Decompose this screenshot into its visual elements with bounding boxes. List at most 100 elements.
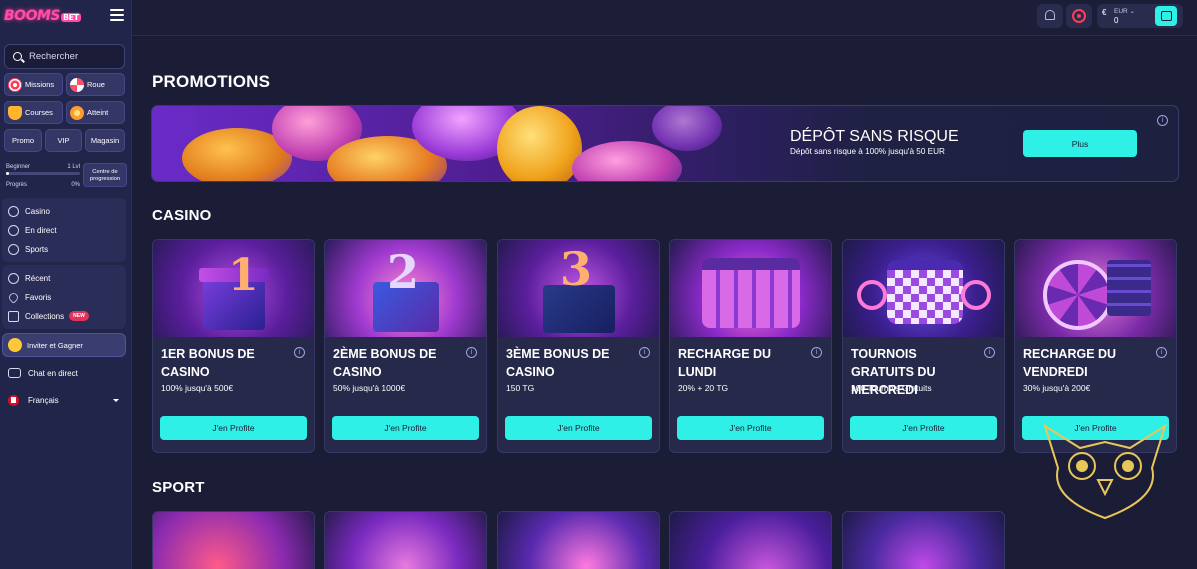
chip-label: Roue — [87, 80, 105, 89]
chip-label: Missions — [25, 80, 55, 89]
info-icon[interactable]: i — [639, 347, 650, 358]
claim-button[interactable]: J'en Profite — [850, 416, 997, 440]
nav-label: Récent — [25, 273, 51, 283]
card-subtitle: 150 TG — [506, 383, 535, 393]
progress-value: 0% — [71, 182, 80, 188]
hamburger-menu-icon[interactable] — [110, 9, 124, 21]
level-progress-bar — [6, 172, 80, 175]
card-subtitle: 20% + 20 TG — [678, 383, 729, 393]
claim-button[interactable]: J'en Profite — [332, 416, 479, 440]
nav-en-direct[interactable]: En direct — [8, 222, 57, 238]
sport-card-2[interactable] — [324, 511, 487, 569]
info-icon[interactable]: i — [1156, 347, 1167, 358]
card-subtitle: 30% jusqu'à 200€ — [1023, 383, 1091, 393]
sport-title: SPORT — [152, 479, 205, 496]
chip-vip[interactable]: VIP — [45, 129, 82, 152]
live-chat-button[interactable]: Chat en direct — [8, 368, 78, 378]
search-icon — [13, 52, 22, 61]
notifications-button[interactable] — [1037, 4, 1063, 28]
nav-recent[interactable]: Récent — [8, 270, 50, 286]
nav-label: Sports — [25, 244, 49, 254]
invite-label: Inviter et Gagner — [27, 340, 83, 350]
chip-label: Courses — [25, 108, 53, 117]
sport-card-4[interactable] — [669, 511, 832, 569]
gift-box-1-icon: 1 — [153, 240, 314, 337]
nav-favoris[interactable]: Favoris — [7, 289, 51, 305]
language-selector[interactable]: Français — [8, 395, 122, 406]
nav-main-panel: Casino En direct Sports — [2, 198, 126, 262]
brand-name: BOOMS — [4, 8, 61, 24]
bell-icon — [1045, 10, 1055, 20]
casino-card-5[interactable]: TOURNOIS GRATUITS DU MERCREDI i 100 Tour… — [842, 239, 1005, 453]
chip-roue[interactable]: Roue — [66, 73, 125, 96]
nav-label: En direct — [25, 225, 57, 235]
wallet-icon[interactable] — [1155, 6, 1177, 26]
nav-label: Collections — [25, 311, 65, 321]
nav-collections[interactable]: Collections NEW — [8, 308, 89, 324]
claim-button[interactable]: J'en Profite — [505, 416, 652, 440]
level-value: 1 Lvl — [67, 164, 80, 170]
sport-card-5[interactable] — [842, 511, 1005, 569]
invite-button[interactable]: Inviter et Gagner — [2, 333, 126, 357]
target-icon — [1072, 9, 1086, 23]
info-icon[interactable]: i — [984, 347, 995, 358]
brand-logo[interactable]: BOOMS BET — [4, 8, 81, 24]
top-bar: € EUR 0 — [132, 0, 1197, 36]
card-subtitle: 100% jusqu'à 500€ — [161, 383, 234, 393]
casino-card-4[interactable]: RECHARGE DU LUNDI i 20% + 20 TG J'en Pro… — [669, 239, 832, 453]
language-label: Français — [28, 396, 59, 405]
casino-card-1[interactable]: 1 1ER BONUS DE CASINO i 100% jusqu'à 500… — [152, 239, 315, 453]
chat-label: Chat en direct — [28, 368, 78, 378]
chip-label: VIP — [57, 136, 70, 145]
search-box[interactable] — [4, 44, 125, 69]
currency-selector[interactable]: EUR — [1114, 7, 1135, 15]
roulette-icon — [1015, 240, 1176, 337]
card-title: 2ÈME BONUS DE CASINO — [333, 347, 437, 379]
chip-courses[interactable]: Courses — [4, 101, 63, 124]
progression-center-button[interactable]: Centre de progression — [83, 163, 127, 187]
casino-card-3[interactable]: 3 3ÈME BONUS DE CASINO i 150 TG J'en Pro… — [497, 239, 660, 453]
info-icon[interactable]: i — [811, 347, 822, 358]
balance-value: 0 — [1114, 16, 1119, 25]
casino-card-2[interactable]: 2 2ÈME BONUS DE CASINO i 50% jusqu'à 100… — [324, 239, 487, 453]
chip-magasin[interactable]: Magasin — [85, 129, 125, 152]
chip-promo[interactable]: Promo — [4, 129, 42, 152]
info-icon[interactable]: i — [294, 347, 305, 358]
missions-button[interactable] — [1066, 4, 1092, 28]
nav-casino[interactable]: Casino — [8, 203, 50, 219]
chip-atteint[interactable]: Atteint — [66, 101, 125, 124]
card-title: 3ÈME BONUS DE CASINO — [506, 347, 610, 379]
logo-row: BOOMS BET — [0, 0, 132, 34]
sidebar: BOOMSBET Missions Roue Courses Atteint P… — [0, 0, 132, 569]
card-subtitle: 100 Tournois Gratuits — [851, 383, 932, 393]
target-icon — [8, 77, 22, 92]
banner-plus-button[interactable]: Plus — [1023, 130, 1137, 157]
progress-label: Progrès — [6, 182, 28, 188]
casino-icon — [8, 205, 19, 217]
owl-watermark-icon — [1043, 423, 1167, 520]
nav-sports[interactable]: Sports — [8, 241, 48, 257]
sports-icon — [8, 243, 19, 255]
card-subtitle: 50% jusqu'à 1000€ — [333, 383, 406, 393]
card-title: RECHARGE DU VENDREDI — [1023, 347, 1117, 379]
chip-missions[interactable]: Missions — [4, 73, 63, 96]
canada-flag-icon — [8, 395, 19, 406]
wallet-widget[interactable]: € EUR 0 — [1097, 4, 1183, 28]
trophy-icon — [8, 105, 22, 120]
euro-icon: € — [1102, 8, 1107, 17]
medal-icon — [70, 105, 84, 120]
sport-card-1[interactable] — [152, 511, 315, 569]
info-icon[interactable]: i — [466, 347, 477, 358]
chevron-down-icon — [113, 399, 119, 402]
promo-banner[interactable]: DÉPÔT SANS RISQUE Dépôt sans risque à 10… — [151, 105, 1179, 182]
claim-button[interactable]: J'en Profite — [160, 416, 307, 440]
smiley-icon — [8, 338, 22, 352]
history-icon — [8, 272, 19, 284]
search-input[interactable] — [29, 45, 124, 68]
chat-icon — [8, 368, 21, 378]
chip-label: Atteint — [87, 108, 109, 117]
claim-button[interactable]: J'en Profite — [677, 416, 824, 440]
sport-card-3[interactable] — [497, 511, 660, 569]
info-icon[interactable]: i — [1157, 115, 1168, 126]
heart-icon — [7, 290, 20, 304]
